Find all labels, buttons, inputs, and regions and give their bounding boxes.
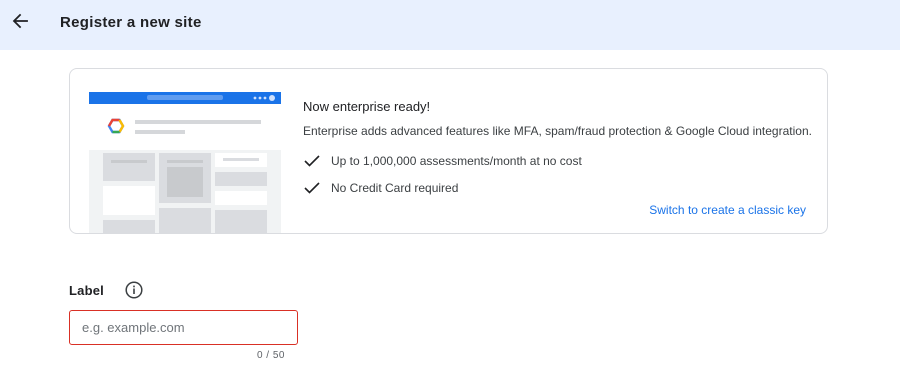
feature-text: Up to 1,000,000 assessments/month at no … xyxy=(331,154,582,168)
back-button[interactable] xyxy=(9,10,31,32)
feature-text: No Credit Card required xyxy=(331,181,459,195)
switch-to-classic-key-link[interactable]: Switch to create a classic key xyxy=(649,203,806,217)
info-icon[interactable] xyxy=(124,280,144,300)
page-title: Register a new site xyxy=(60,14,202,31)
promo-description: Enterprise adds advanced features like M… xyxy=(303,124,812,138)
label-field-header: Label xyxy=(69,280,144,300)
label-field-title: Label xyxy=(69,282,104,298)
label-input[interactable] xyxy=(69,310,298,345)
feature-item: No Credit Card required xyxy=(303,179,458,197)
arrow-left-icon xyxy=(12,13,28,29)
feature-item: Up to 1,000,000 assessments/month at no … xyxy=(303,152,582,170)
browser-illustration xyxy=(89,92,281,233)
check-icon xyxy=(303,179,321,197)
promo-title: Now enterprise ready! xyxy=(303,99,431,114)
check-icon xyxy=(303,152,321,170)
enterprise-promo-card: Now enterprise ready! Enterprise adds ad… xyxy=(69,68,828,234)
top-app-bar: Register a new site xyxy=(0,0,900,50)
character-counter: 0 / 50 xyxy=(256,350,285,361)
